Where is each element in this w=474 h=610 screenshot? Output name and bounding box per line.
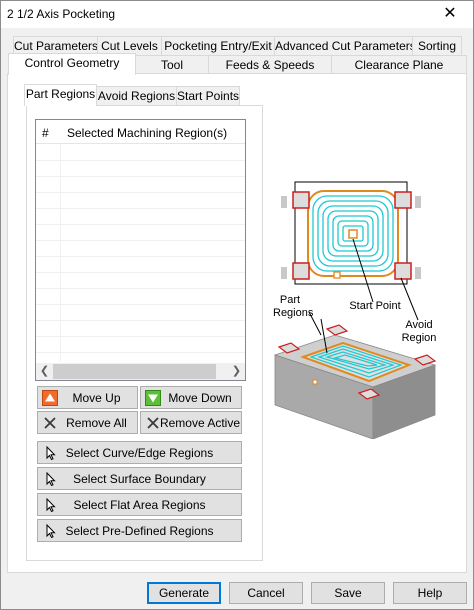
remove-all-label: Remove All [66,416,127,430]
dialog-window: 2 1/2 Axis Pocketing ✕ Cut Parameters Cu… [0,0,474,610]
move-down-button[interactable]: Move Down [140,386,242,409]
help-button[interactable]: Help [393,582,467,604]
tab-pocketing-entry-exit[interactable]: Pocketing Entry/Exit [161,36,275,56]
column-header-region[interactable]: Selected Machining Region(s) [67,126,227,140]
grid-line [36,176,245,177]
scroll-left-icon[interactable]: ❮ [36,363,53,380]
select-surface-boundary-label: Select Surface Boundary [73,472,206,486]
remove-all-button[interactable]: Remove All [37,411,138,434]
tab-tool[interactable]: Tool [135,55,209,75]
scroll-thumb[interactable] [53,364,216,379]
subtab-part-regions[interactable]: Part Regions [24,84,97,106]
grid-line [36,352,245,353]
grid-line [36,272,245,273]
tab-advanced-cut-parameters[interactable]: Advanced Cut Parameters [274,36,416,56]
select-predefined-label: Select Pre-Defined Regions [65,524,214,538]
cancel-button[interactable]: Cancel [229,582,303,604]
grid-line [36,192,245,193]
scroll-right-icon[interactable]: ❯ [228,363,245,380]
grid-line [36,304,245,305]
tab-feeds-speeds[interactable]: Feeds & Speeds [208,55,332,75]
grid-line [36,256,245,257]
subtab-avoid-regions[interactable]: Avoid Regions [96,86,177,106]
grid-line [36,160,245,161]
avoid-region-label: Avoid Region [401,319,437,344]
regions-listbox[interactable]: # Selected Machining Region(s) ❮ ❯ [35,119,246,381]
save-button[interactable]: Save [311,582,385,604]
generate-button[interactable]: Generate [147,582,221,604]
title-bar: 2 1/2 Axis Pocketing ✕ [1,1,473,28]
grid-line [36,224,245,225]
subtab-start-points[interactable]: Start Points [176,86,240,106]
close-icon[interactable]: ✕ [427,1,473,28]
horizontal-scrollbar[interactable]: ❮ ❯ [36,363,245,380]
select-surface-boundary-button[interactable]: Select Surface Boundary [37,467,242,490]
start-point-label: Start Point [349,300,401,312]
move-up-label: Move Up [72,391,121,405]
part-regions-label: Part Regions [273,294,314,319]
remove-active-label: Remove Active [159,416,241,430]
grid-line [36,320,245,321]
grid-line [36,336,245,337]
grid-line [36,208,245,209]
move-up-button[interactable]: Move Up [37,386,138,409]
move-down-label: Move Down [168,391,232,405]
grid-line [36,288,245,289]
column-header-index[interactable]: # [42,126,49,140]
window-title: 2 1/2 Axis Pocketing [7,7,116,21]
select-flat-area-label: Select Flat Area Regions [73,498,206,512]
select-curve-edge-regions-button[interactable]: Select Curve/Edge Regions [37,441,242,464]
tab-clearance-plane[interactable]: Clearance Plane [331,55,467,75]
select-flat-area-regions-button[interactable]: Select Flat Area Regions [37,493,242,516]
remove-active-button[interactable]: Remove Active [140,411,242,434]
list-header: # Selected Machining Region(s) [36,120,245,144]
select-predefined-regions-button[interactable]: Select Pre-Defined Regions [37,519,242,542]
tab-control-geometry[interactable]: Control Geometry [8,53,136,75]
tab-sorting[interactable]: Sorting [412,36,462,56]
select-curve-edge-label: Select Curve/Edge Regions [65,446,214,460]
grid-line [36,240,245,241]
